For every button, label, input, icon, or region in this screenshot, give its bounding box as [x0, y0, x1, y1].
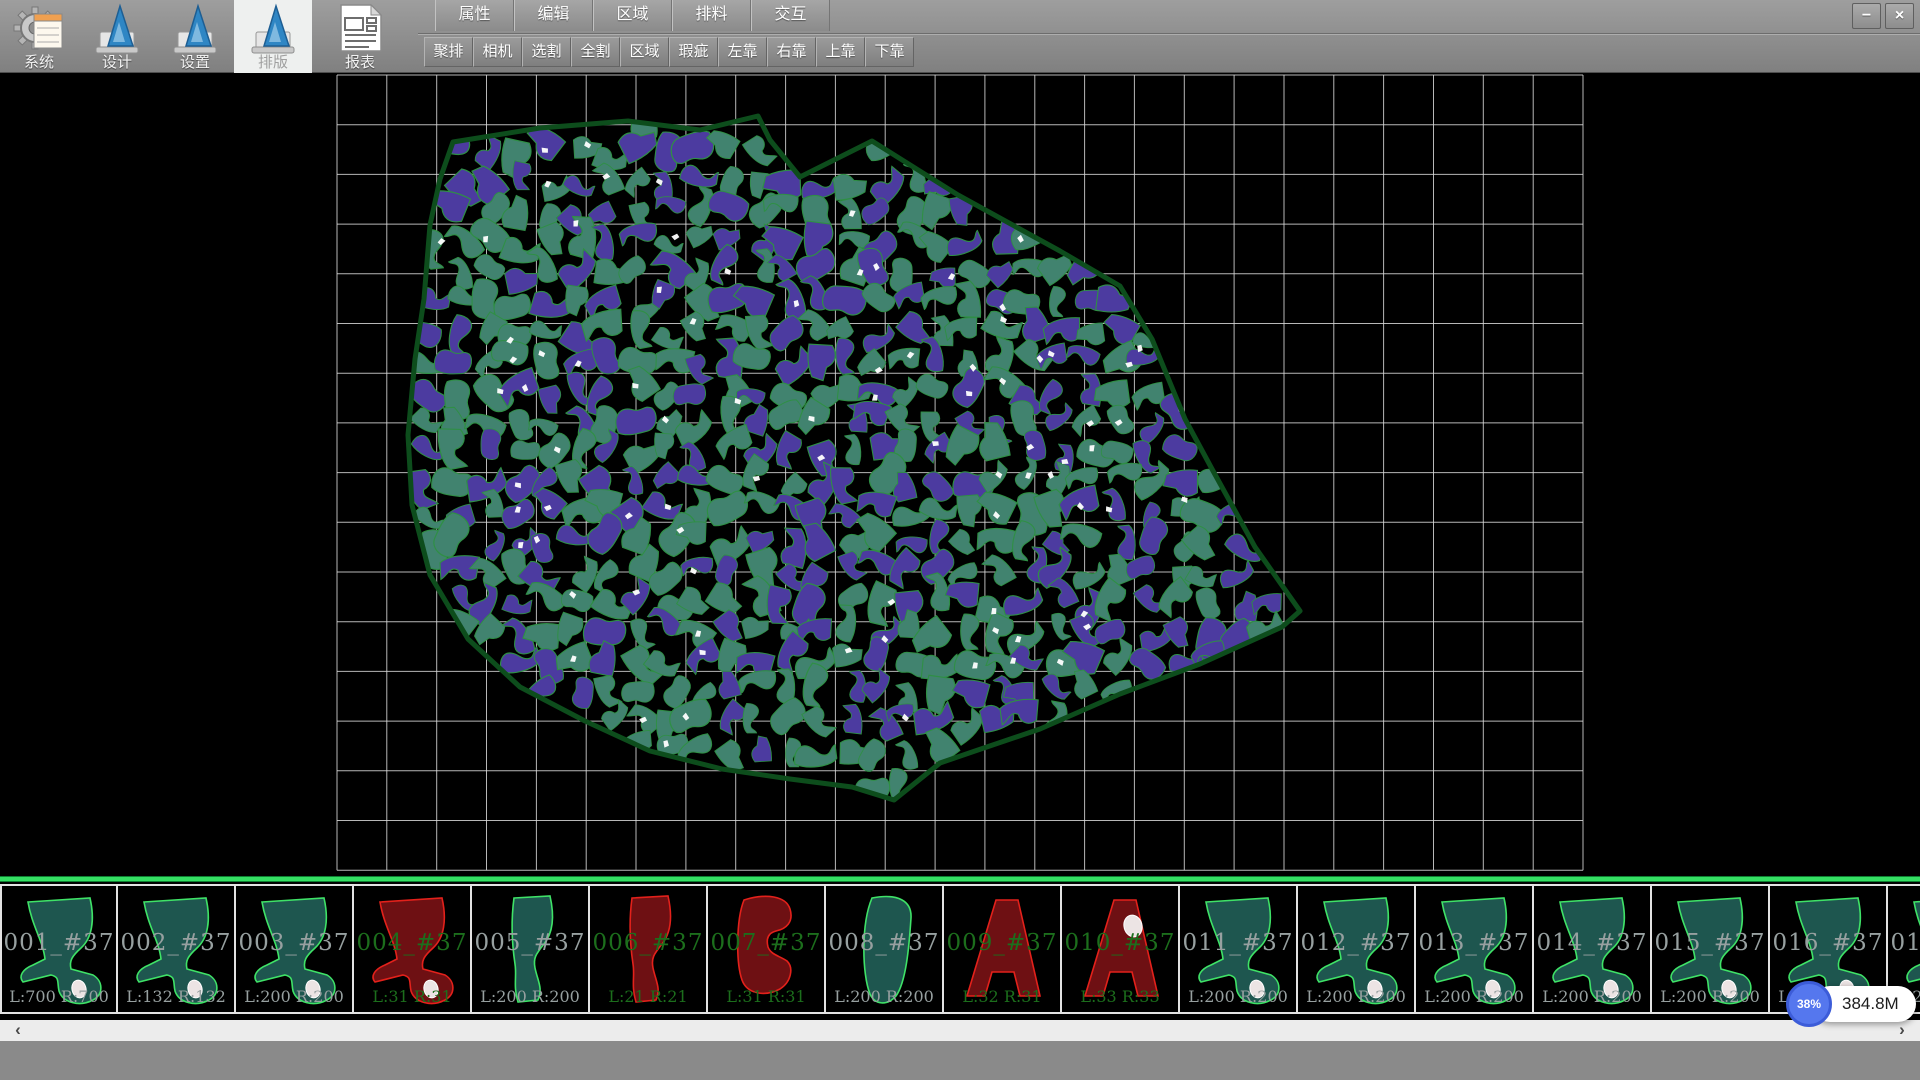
strip-divider [0, 876, 1920, 882]
minimize-button[interactable]: − [1852, 3, 1881, 29]
menu-tab-2[interactable]: 编辑 [514, 0, 593, 31]
mode-label: 报表 [345, 54, 375, 72]
piece-id: 010_#37 [1062, 930, 1178, 956]
piece-lr-counts: L:200 R:200 [236, 987, 352, 1006]
piece-lr-counts: L:21 R:21 [590, 987, 706, 1006]
piece-id: 012_#37 [1298, 930, 1414, 956]
piece-id: 006_#37 [590, 930, 706, 956]
tool-button-6[interactable]: 瑕疵 [669, 37, 718, 67]
mode-button-4[interactable]: 排版 [234, 0, 312, 73]
mode-label: 设计 [102, 54, 132, 72]
piece-thumbnail-12[interactable]: 012_#37 L:200 R:200 [1298, 886, 1416, 1012]
tool-button-2[interactable]: 相机 [473, 37, 522, 67]
mode-button-5[interactable]: 报表 [321, 0, 399, 73]
mode-label: 设置 [180, 54, 210, 72]
piece-thumbnail-10[interactable]: 010_#37 L:33 R:33 [1062, 886, 1180, 1012]
piece-lr-counts: L:200 R:200 [1534, 987, 1650, 1006]
tool-buttons: 聚排相机选割全割区域瑕疵左靠右靠上靠下靠 [424, 37, 914, 67]
tool-button-5[interactable]: 区域 [620, 37, 669, 67]
piece-lr-counts: L:200 R:200 [1416, 987, 1532, 1006]
tool-button-1[interactable]: 聚排 [424, 37, 473, 67]
piece-lr-counts: L:200 R:200 [826, 987, 942, 1006]
piece-thumbnail-2[interactable]: 002_#37 L:132 R:132 [118, 886, 236, 1012]
piece-id: 011_#37 [1180, 930, 1296, 956]
piece-thumbnail-8[interactable]: 008_#37 L:200 R:200 [826, 886, 944, 1012]
design-icon [86, 2, 148, 54]
mode-button-2[interactable]: 设计 [78, 0, 156, 73]
piece-thumbnail-3[interactable]: 003_#37 L:200 R:200 [236, 886, 354, 1012]
piece-id: 007_#37 [708, 930, 824, 956]
canvas-svg [0, 73, 1920, 876]
piece-lr-counts: L:200 R:200 [1652, 987, 1768, 1006]
system-icon [8, 2, 70, 54]
piece-id: 009_#37 [944, 930, 1060, 956]
close-button[interactable]: × [1885, 3, 1914, 29]
piece-lr-counts: L:200 R:200 [1180, 987, 1296, 1006]
window-controls: − × [1852, 3, 1914, 29]
tool-button-8[interactable]: 右靠 [767, 37, 816, 67]
scroll-left-icon[interactable]: ‹ [0, 1020, 36, 1041]
piece-id: 001_#37 [2, 930, 116, 956]
mode-buttons: 系统 设计 设置 排版 报表 [0, 0, 399, 73]
piece-lr-counts: L:200 R:200 [1298, 987, 1414, 1006]
menu-tab-5[interactable]: 交互 [751, 0, 830, 31]
toolbar: 系统 设计 设置 排版 报表 属性编辑区域排料交互 聚排相机选割全割区域瑕疵左靠… [0, 0, 1920, 73]
piece-id: 004_#37 [354, 930, 470, 956]
mode-button-3[interactable]: 设置 [156, 0, 234, 73]
piece-id: 013_#37 [1416, 930, 1532, 956]
piece-thumbnail-5[interactable]: 005_#37 L:200 R:200 [472, 886, 590, 1012]
mode-label: 排版 [258, 54, 288, 72]
piece-id: 003_#37 [236, 930, 352, 956]
piece-id: 008_#37 [826, 930, 942, 956]
mode-label: 系统 [24, 54, 54, 72]
piece-lr-counts: L:700 R:700 [2, 987, 116, 1006]
menu-bar: 属性编辑区域排料交互 [435, 0, 830, 31]
tool-button-4[interactable]: 全割 [571, 37, 620, 67]
piece-lr-counts: L:132 R:132 [118, 987, 234, 1006]
nesting-canvas[interactable] [0, 73, 1920, 876]
tool-button-10[interactable]: 下靠 [865, 37, 914, 67]
memory-value: 384.8M [1842, 994, 1899, 1014]
tool-button-3[interactable]: 选割 [522, 37, 571, 67]
piece-thumbnail-14[interactable]: 014_#37 L:200 R:200 [1534, 886, 1652, 1012]
piece-thumbnail-strip: 001_#37 L:700 R:700 002_#37 L:132 R:132 00… [0, 884, 1920, 1014]
piece-thumbnail-9[interactable]: 009_#37 L:32 R:31 [944, 886, 1062, 1012]
piece-thumbnail-1[interactable]: 001_#37 L:700 R:700 [0, 886, 118, 1012]
layout-icon [242, 2, 304, 54]
tool-button-9[interactable]: 上靠 [816, 37, 865, 67]
mode-button-1[interactable]: 系统 [0, 0, 78, 73]
toolbar-groove [418, 33, 1920, 35]
piece-lr-counts: L:33 R:33 [1062, 987, 1178, 1006]
progress-badge: 38% [1786, 981, 1832, 1027]
piece-thumbnail-15[interactable]: 015_#37 L:200 R:200 [1652, 886, 1770, 1012]
piece-lr-counts: L:32 R:31 [944, 987, 1060, 1006]
menu-tab-3[interactable]: 区域 [593, 0, 672, 31]
status-bar [0, 1041, 1920, 1080]
piece-lr-counts: L:31 R:31 [708, 987, 824, 1006]
piece-id: 014_#37 [1534, 930, 1650, 956]
piece-id: 002_#37 [118, 930, 234, 956]
piece-id: 015_#37 [1652, 930, 1768, 956]
nested-pieces [402, 98, 1287, 806]
piece-thumbnail-13[interactable]: 013_#37 L:200 R:200 [1416, 886, 1534, 1012]
piece-id: 016_#37 [1770, 930, 1886, 956]
piece-lr-counts: L:31 R:31 [354, 987, 470, 1006]
report-icon [329, 2, 391, 54]
piece-id: 017_#37 [1888, 930, 1920, 956]
piece-lr-counts: L:200 R:200 [472, 987, 588, 1006]
piece-thumbnail-6[interactable]: 006_#37 L:21 R:21 [590, 886, 708, 1012]
memory-status-pill: 38% 384.8M [1812, 986, 1916, 1022]
scroll-right-icon[interactable]: › [1884, 1020, 1920, 1041]
menu-tab-1[interactable]: 属性 [435, 0, 514, 31]
piece-thumbnail-11[interactable]: 011_#37 L:200 R:200 [1180, 886, 1298, 1012]
tool-button-7[interactable]: 左靠 [718, 37, 767, 67]
piece-thumbnail-4[interactable]: 004_#37 L:31 R:31 [354, 886, 472, 1012]
settings-icon [164, 2, 226, 54]
piece-id: 005_#37 [472, 930, 588, 956]
menu-tab-4[interactable]: 排料 [672, 0, 751, 31]
horizontal-scrollbar[interactable]: ‹ › [0, 1020, 1920, 1041]
piece-thumbnail-7[interactable]: 007_#37 L:31 R:31 [708, 886, 826, 1012]
